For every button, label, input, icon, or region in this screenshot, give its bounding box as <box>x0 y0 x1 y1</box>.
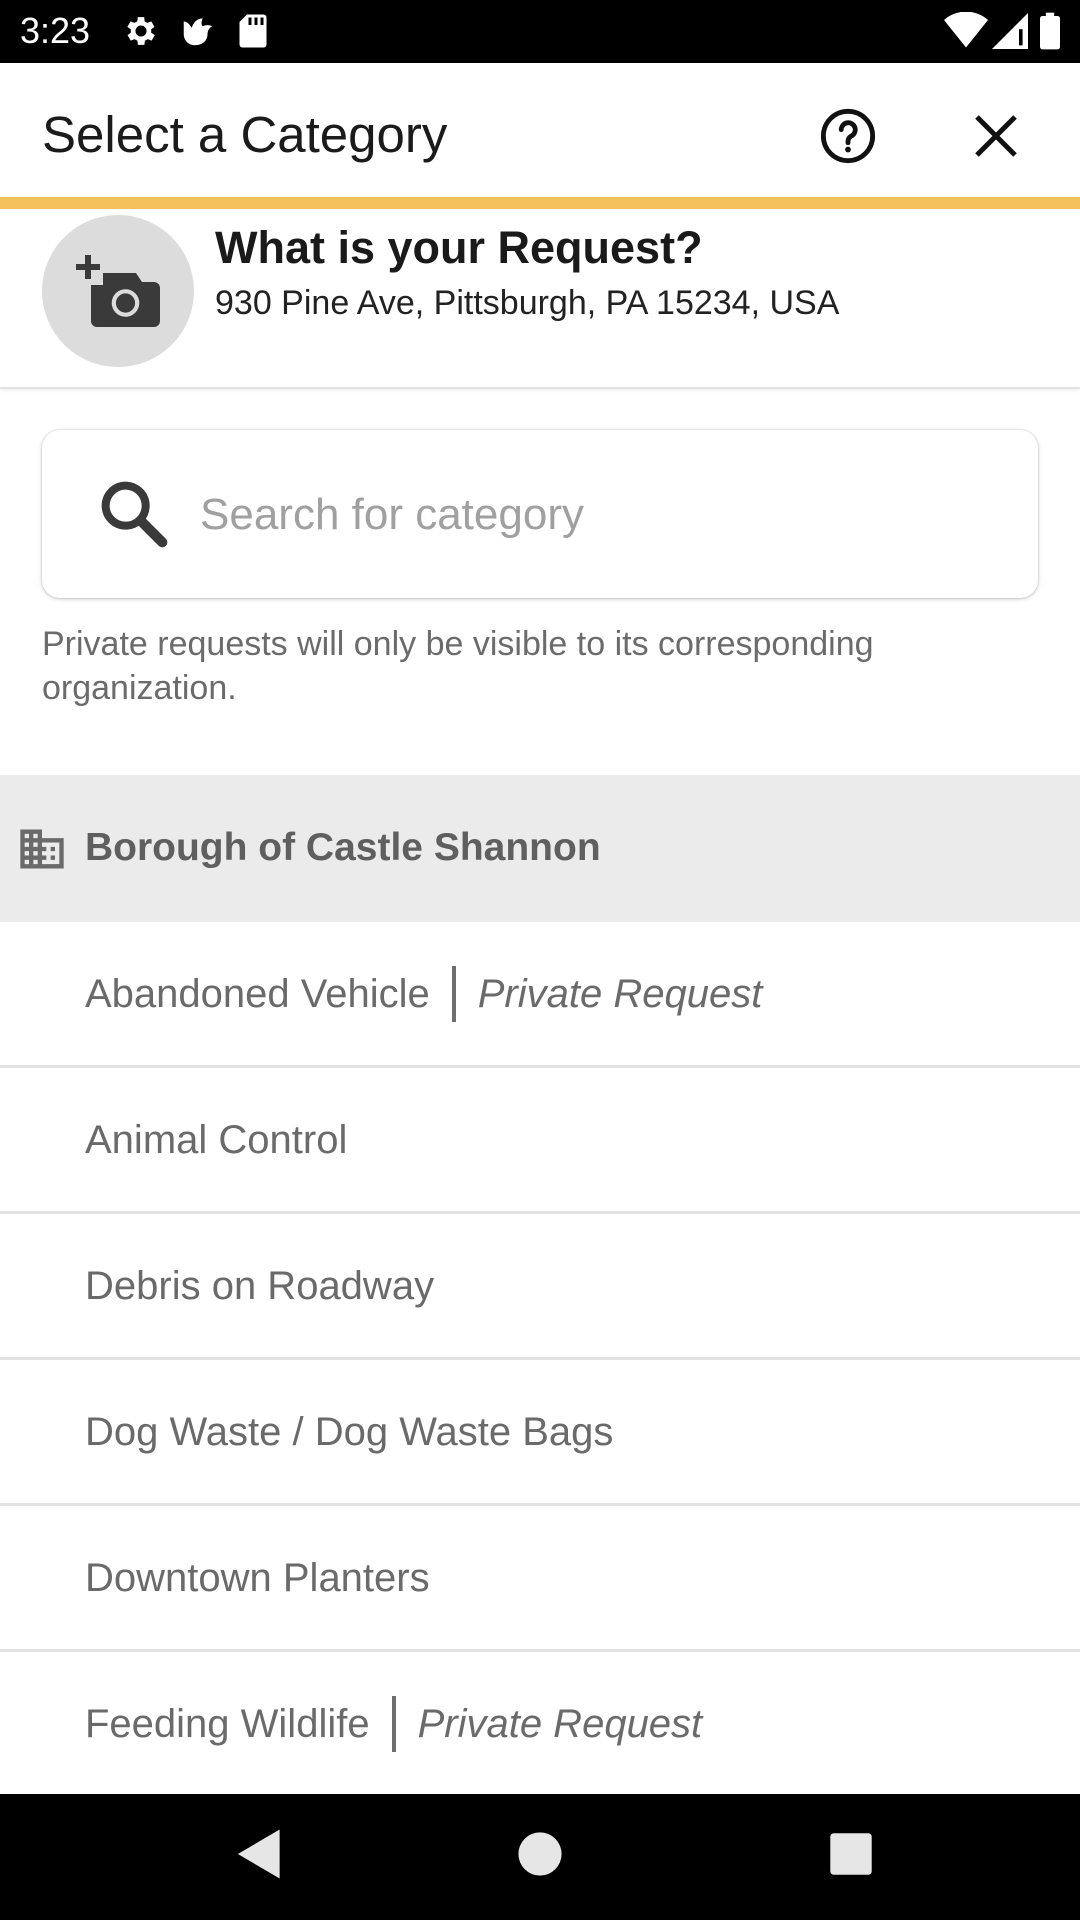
category-divider <box>391 1695 396 1752</box>
back-icon <box>237 1829 280 1879</box>
category-name: Abandoned Vehicle <box>85 971 430 1016</box>
recents-icon <box>830 1833 872 1875</box>
category-item-feeding-wildlife[interactable]: Feeding Wildlife Private Request <box>0 1652 1080 1798</box>
category-list: Abandoned Vehicle Private Request Animal… <box>0 922 1080 1798</box>
app-header: Select a Category <box>0 63 1080 197</box>
category-item-downtown-planters[interactable]: Downtown Planters <box>0 1506 1080 1652</box>
add-photo-button[interactable] <box>42 215 194 367</box>
category-item-animal-control[interactable]: Animal Control <box>0 1068 1080 1214</box>
private-request-tag: Private Request <box>477 971 763 1016</box>
bird-icon <box>178 12 218 55</box>
request-summary: What is your Request? 930 Pine Ave, Pitt… <box>0 209 1080 389</box>
gear-icon <box>122 12 160 55</box>
organization-name: Borough of Castle Shannon <box>85 826 601 869</box>
category-name: Feeding Wildlife <box>85 1701 370 1746</box>
category-name: Downtown Planters <box>85 1555 430 1600</box>
page-title: Select a Category <box>42 106 448 163</box>
private-request-tag: Private Request <box>417 1701 703 1746</box>
accent-bar <box>0 197 1080 209</box>
category-divider <box>451 965 456 1022</box>
category-name: Debris on Roadway <box>85 1263 435 1308</box>
recents-button[interactable] <box>828 1827 888 1887</box>
building-icon <box>20 829 64 869</box>
battery-icon <box>1040 12 1060 55</box>
back-button[interactable] <box>235 1827 295 1887</box>
category-item-abandoned-vehicle[interactable]: Abandoned Vehicle Private Request <box>0 922 1080 1068</box>
wifi-icon <box>944 11 988 55</box>
organization-header: Borough of Castle Shannon <box>0 775 1080 922</box>
category-item-dog-waste[interactable]: Dog Waste / Dog Waste Bags <box>0 1360 1080 1506</box>
category-name: Dog Waste / Dog Waste Bags <box>85 1409 614 1454</box>
signal-icon <box>992 12 1028 55</box>
request-address: 930 Pine Ave, Pittsburgh, PA 15234, USA <box>215 284 840 322</box>
request-heading: What is your Request? <box>215 222 703 273</box>
category-name: Animal Control <box>85 1117 348 1162</box>
private-note: Private requests will only be visible to… <box>42 625 874 707</box>
close-button[interactable] <box>961 101 1031 171</box>
close-icon <box>975 115 1017 157</box>
status-time: 3:23 <box>20 10 91 51</box>
search-box[interactable] <box>42 430 1038 598</box>
home-icon <box>518 1832 562 1876</box>
search-icon <box>94 474 174 554</box>
navigation-bar <box>0 1794 1080 1920</box>
add-photo-icon <box>76 255 160 327</box>
help-button[interactable] <box>813 101 883 171</box>
home-button[interactable] <box>516 1827 576 1887</box>
category-item-debris-on-roadway[interactable]: Debris on Roadway <box>0 1214 1080 1360</box>
sd-card-icon <box>238 12 268 55</box>
status-bar: 3:23 <box>0 0 1080 63</box>
search-input[interactable] <box>200 480 980 550</box>
help-circle-icon <box>820 108 876 164</box>
